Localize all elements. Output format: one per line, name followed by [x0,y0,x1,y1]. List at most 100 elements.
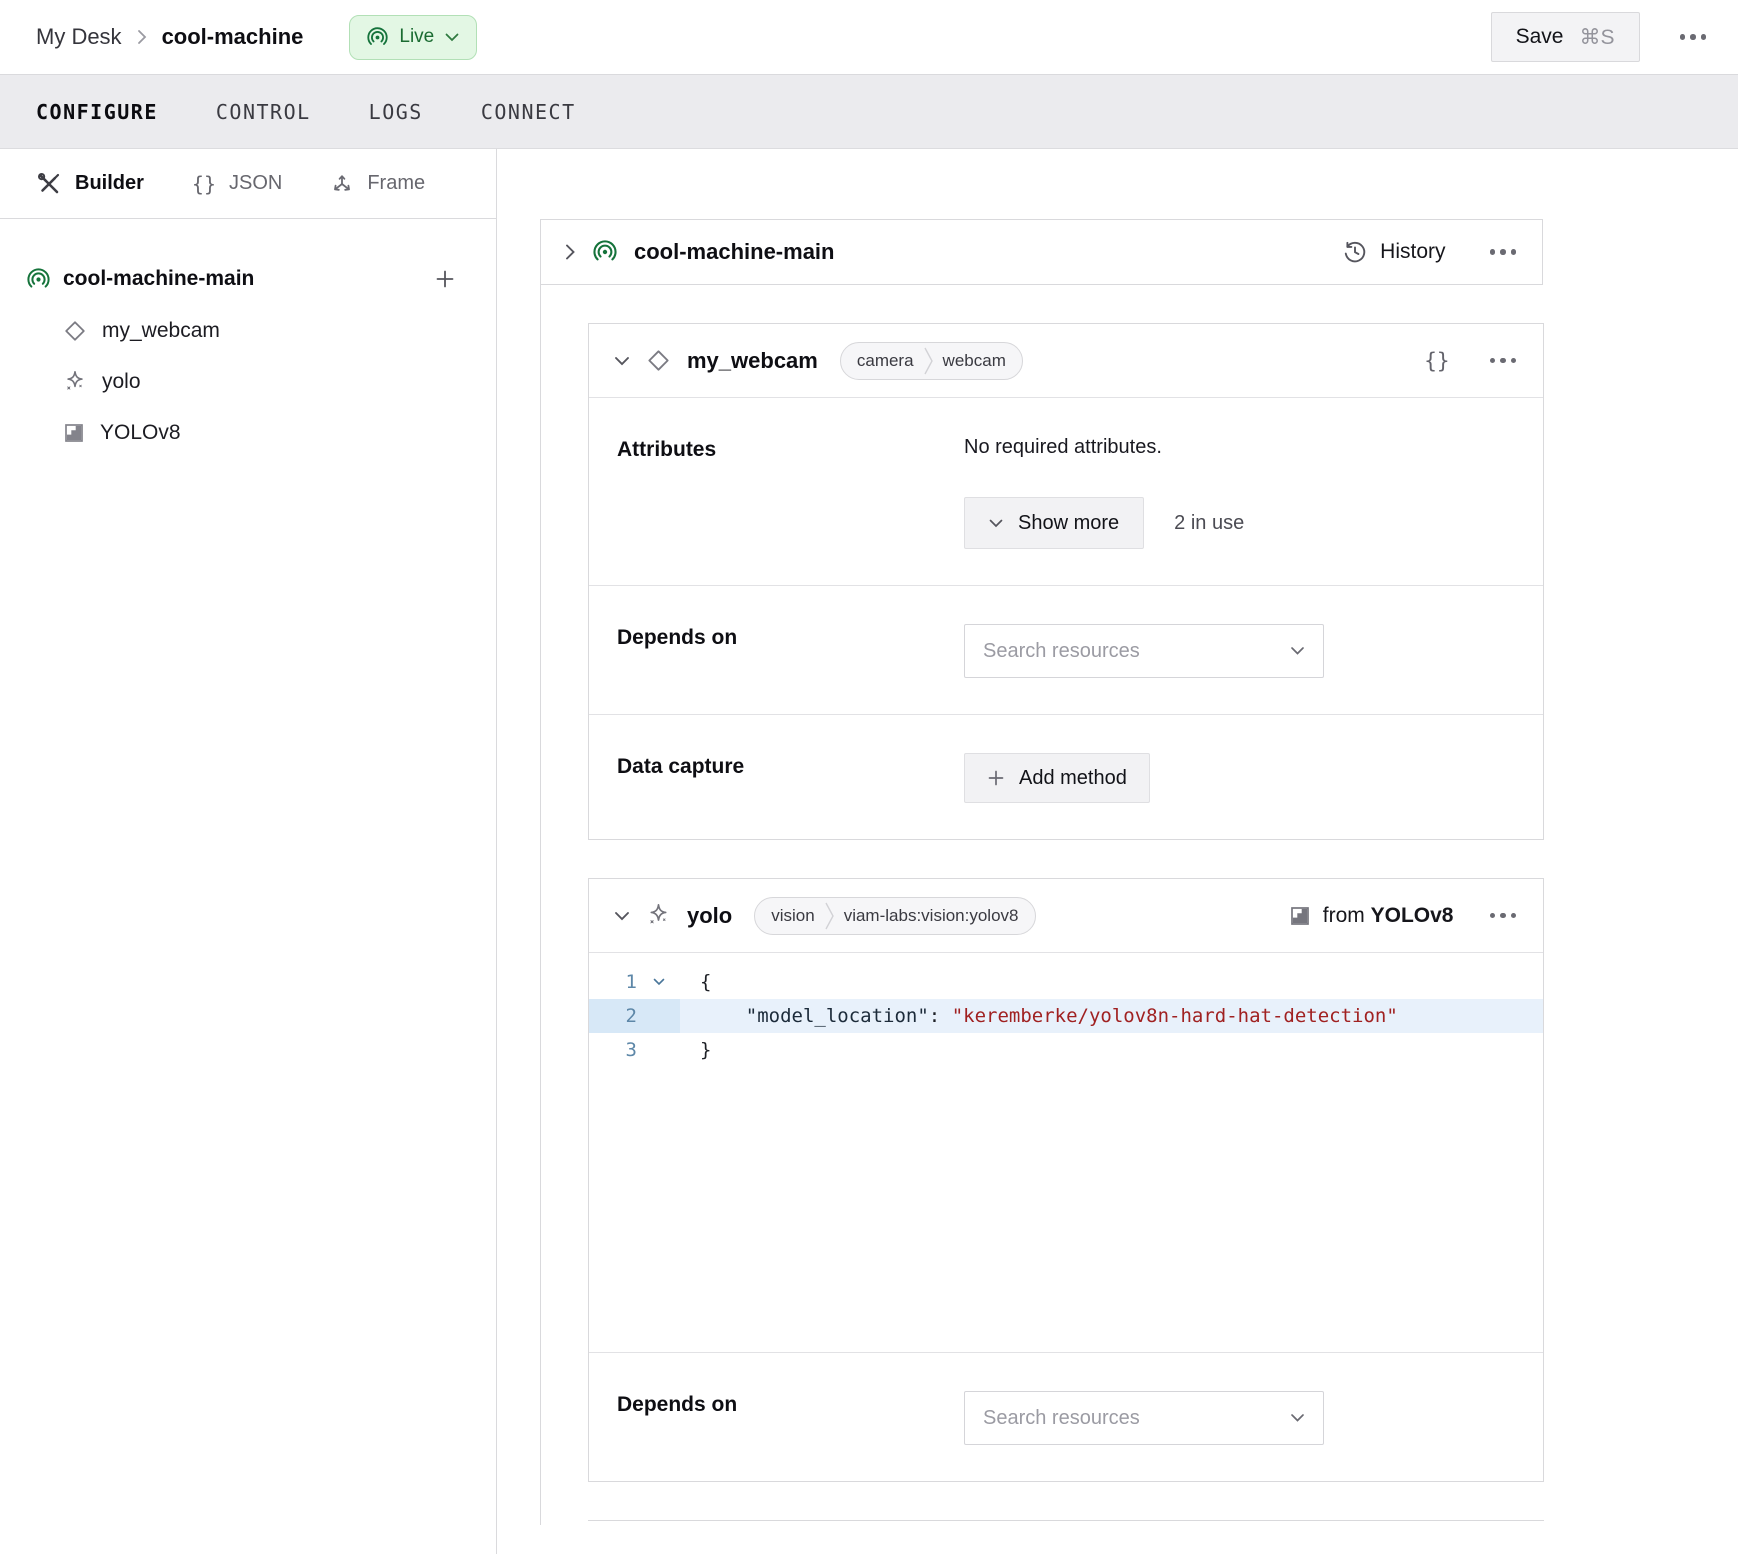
code-json-key: "model_location" [746,1005,929,1027]
machine-children-container: my_webcam camera webcam {} Attributes No… [540,285,1543,1525]
machine-more-menu-button[interactable] [1488,243,1519,261]
tab-control[interactable]: CONTROL [216,92,311,132]
chevron-down-icon [989,519,1003,528]
expand-machine-chevron[interactable] [565,243,576,261]
plus-icon [434,268,456,290]
next-card-top-edge [588,1520,1544,1524]
ml-sparkles-icon [63,370,87,394]
depends-on-section: Depends on Search resources [589,586,1543,715]
tree-item-label: YOLOv8 [100,421,181,445]
tree-item-my-webcam[interactable]: my_webcam [0,305,496,356]
breadcrumb-parent-link[interactable]: My Desk [36,24,122,50]
machine-panel-title: cool-machine-main [634,239,834,265]
save-button[interactable]: Save ⌘S [1491,12,1640,62]
mode-frame-label: Frame [367,172,425,195]
code-json-string-value: "keremberke/yolov8n-hard-hat-detection" [952,1005,1398,1027]
history-button[interactable]: History [1342,239,1445,265]
line-number: 2 [589,999,637,1033]
yolo-depends-on-select[interactable]: Search resources [964,1391,1324,1445]
tab-connect[interactable]: CONNECT [481,92,576,132]
chevron-down-icon [445,33,459,42]
show-more-button[interactable]: Show more [964,497,1144,549]
attributes-section: Attributes No required attributes. Show … [589,398,1543,586]
yolo-title: yolo [687,903,732,929]
from-module-name: YOLOv8 [1371,904,1454,927]
collapse-my-webcam-chevron[interactable] [614,356,630,366]
chip-type-label: vision [755,906,824,926]
config-sidebar: Builder {} JSON Frame [0,149,497,1554]
breadcrumb-current-machine: cool-machine [162,24,304,50]
top-bar: My Desk cool-machine Live Save ⌘S [0,0,1738,75]
my-webcam-type-chip: camera webcam [840,342,1023,380]
tree-item-label: my_webcam [102,319,220,343]
live-label: Live [399,26,434,48]
config-main-area: cool-machine-main History [497,149,1738,1554]
edit-json-braces-button[interactable]: {} [1420,345,1453,377]
tab-configure[interactable]: CONFIGURE [36,92,158,132]
from-label: from [1323,904,1365,927]
yolo-more-menu-button[interactable] [1488,907,1519,925]
code-token: { [700,971,711,993]
chip-model-label: viam-labs:vision:yolov8 [834,906,1035,926]
code-token: } [700,1039,711,1061]
mode-frame[interactable]: Frame [330,172,425,196]
add-method-button[interactable]: Add method [964,753,1150,803]
chip-divider-icon [825,901,834,931]
attributes-in-use-count: 2 in use [1174,512,1244,535]
ml-sparkles-icon [646,903,671,928]
chip-model-label: webcam [933,351,1022,371]
machine-part-icon [27,268,50,291]
code-colon: : [929,1005,952,1027]
tree-item-label: yolo [102,370,141,394]
my-webcam-more-menu-button[interactable] [1488,352,1519,370]
history-label: History [1380,240,1445,264]
chevron-down-icon [614,911,630,921]
yolo-type-chip: vision viam-labs:vision:yolov8 [754,897,1035,935]
depends-on-label: Depends on [617,624,964,678]
depends-on-label: Depends on [617,1391,964,1445]
tree-machine-label: cool-machine-main [63,267,254,291]
config-mode-switcher: Builder {} JSON Frame [0,149,496,219]
save-label: Save [1516,25,1564,49]
line-number: 3 [589,1033,637,1067]
mode-builder[interactable]: Builder [36,171,144,197]
live-status-dropdown[interactable]: Live [349,15,477,60]
mode-builder-label: Builder [75,172,144,195]
frame-axes-icon [330,172,354,196]
mode-json-label: JSON [229,172,282,195]
chevron-down-icon [614,356,630,366]
plus-icon [987,769,1005,787]
mode-json[interactable]: {} JSON [192,172,282,196]
main-nav-tabs: CONFIGURE CONTROL LOGS CONNECT [0,75,1738,149]
show-more-label: Show more [1018,512,1119,535]
code-line-2-highlighted: 2 "model_location": "keremberke/yolov8n-… [589,999,1543,1033]
data-capture-label: Data capture [617,753,964,803]
my-webcam-card-header: my_webcam camera webcam {} [589,324,1543,398]
chip-divider-icon [924,346,933,376]
depends-on-select[interactable]: Search resources [964,624,1324,678]
service-card-yolo: yolo vision viam-labs:vision:yolov8 fro [588,878,1544,1482]
attributes-empty-text: No required attributes. [964,436,1517,459]
history-clock-icon [1342,239,1368,265]
topbar-more-menu-button[interactable] [1678,28,1709,46]
data-capture-section: Data capture Add method [589,715,1543,839]
module-icon [1289,905,1311,927]
from-module-link[interactable]: from YOLOv8 [1289,904,1454,928]
fold-toggle-icon[interactable] [653,978,665,986]
tab-logs[interactable]: LOGS [369,92,423,132]
builder-tools-icon [36,171,62,197]
save-shortcut: ⌘S [1579,25,1614,50]
add-component-button[interactable] [434,268,456,290]
breadcrumb: My Desk cool-machine [36,24,303,50]
camera-component-icon [63,319,87,343]
braces-icon: {} [192,172,216,196]
collapse-yolo-chevron[interactable] [614,911,630,921]
tree-item-machine-main[interactable]: cool-machine-main [0,253,496,305]
chevron-right-icon [137,29,147,45]
attributes-json-editor[interactable]: 1 { 2 [589,953,1543,1353]
yolo-depends-on-section: Depends on Search resources [589,1353,1543,1481]
tree-item-yolov8-module[interactable]: YOLOv8 [0,407,496,458]
camera-component-icon [646,348,671,373]
code-indent [700,1005,746,1027]
tree-item-yolo[interactable]: yolo [0,356,496,407]
